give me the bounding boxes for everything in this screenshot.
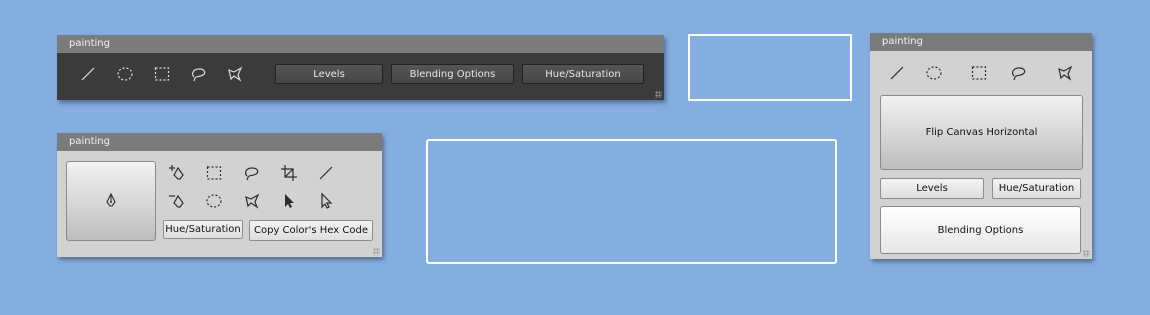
panel-title: painting — [57, 133, 382, 151]
polygon-lasso-icon[interactable] — [224, 63, 246, 85]
polygon-lasso-icon[interactable] — [241, 190, 263, 212]
levels-button[interactable]: Levels — [880, 178, 984, 199]
path-selection-arrow-icon[interactable] — [278, 190, 300, 212]
pen-tool-button[interactable] — [66, 161, 156, 241]
copy-hex-code-button[interactable]: Copy Color's Hex Code — [249, 220, 373, 241]
panel-body: Flip Canvas Horizontal Levels Hue/Satura… — [870, 51, 1092, 259]
rect-select-icon[interactable] — [968, 62, 990, 84]
line-tool-icon[interactable] — [77, 63, 99, 85]
right-panel: painting Flip Canvas Horizontal Levels H… — [870, 33, 1092, 259]
crop-icon[interactable] — [278, 162, 300, 184]
line-tool-icon[interactable] — [886, 62, 908, 84]
hue-saturation-button[interactable]: Hue/Saturation — [163, 220, 243, 239]
panel-body: Hue/Saturation Copy Color's Hex Code — [57, 151, 382, 257]
flip-canvas-horizontal-button[interactable]: Flip Canvas Horizontal — [880, 95, 1083, 170]
rect-select-icon[interactable] — [151, 63, 173, 85]
panel-title: painting — [870, 33, 1092, 51]
empty-drop-zone-small — [688, 34, 852, 101]
blending-options-button[interactable]: Blending Options — [880, 206, 1081, 254]
tools-panel: painting Hue/Saturation Copy Color's Hex… — [57, 133, 382, 257]
ellipse-select-icon[interactable] — [114, 63, 136, 85]
pen-icon — [106, 192, 116, 207]
blending-options-button[interactable]: Blending Options — [391, 64, 514, 84]
ellipse-select-icon[interactable] — [923, 62, 945, 84]
resize-grip[interactable] — [373, 248, 380, 255]
direct-selection-arrow-icon[interactable] — [315, 190, 337, 212]
polygon-lasso-icon[interactable] — [1054, 62, 1076, 84]
delete-anchor-point-icon[interactable] — [166, 190, 188, 212]
panel-title: painting — [57, 35, 664, 53]
top-toolbar-panel: painting Levels Blending Options Hue/Sat… — [57, 35, 664, 100]
hue-saturation-button[interactable]: Hue/Saturation — [992, 178, 1081, 199]
resize-grip[interactable] — [1083, 250, 1090, 257]
lasso-icon[interactable] — [188, 63, 210, 85]
ellipse-select-icon[interactable] — [203, 190, 225, 212]
lasso-icon[interactable] — [241, 162, 263, 184]
lasso-icon[interactable] — [1008, 62, 1030, 84]
add-anchor-point-icon[interactable] — [166, 162, 188, 184]
hue-saturation-button[interactable]: Hue/Saturation — [522, 64, 644, 84]
line-tool-icon[interactable] — [315, 162, 337, 184]
empty-drop-zone-large — [426, 139, 837, 264]
levels-button[interactable]: Levels — [275, 64, 383, 84]
resize-grip[interactable] — [655, 91, 662, 98]
rect-select-icon[interactable] — [203, 162, 225, 184]
panel-body: Levels Blending Options Hue/Saturation — [57, 53, 664, 100]
